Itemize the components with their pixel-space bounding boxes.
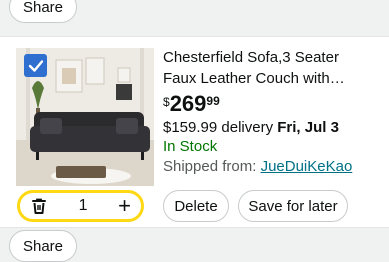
share-label: Share	[22, 237, 64, 255]
save-for-later-label: Save for later	[248, 197, 338, 215]
seller-link[interactable]: JueDuiKeKao	[261, 158, 353, 175]
share-button-top[interactable]: Share	[9, 0, 77, 23]
trash-icon[interactable]	[30, 197, 48, 215]
shipped-from-label: Shipped from:	[163, 158, 261, 175]
delivery-cost: $159.99 delivery	[163, 119, 278, 136]
delete-button[interactable]: Delete	[163, 190, 229, 222]
delivery-date: Fri, Jul 3	[277, 119, 339, 136]
product-price: $ 269 99	[163, 92, 220, 116]
quantity-value: 1	[78, 197, 88, 214]
shipped-from: Shipped from: JueDuiKeKao	[163, 158, 352, 175]
product-title[interactable]: Chesterfield Sofa,3 Seater Faux Leather …	[163, 47, 375, 89]
plus-icon[interactable]: +	[118, 195, 131, 217]
share-label: Share	[22, 0, 64, 16]
quantity-stepper[interactable]: 1 +	[17, 190, 144, 222]
price-symbol: $	[163, 95, 170, 109]
price-fraction: 99	[206, 94, 220, 108]
share-button-bottom[interactable]: Share	[9, 230, 77, 262]
checkmark-icon	[28, 59, 43, 72]
stock-status: In Stock	[163, 138, 218, 155]
delete-label: Delete	[174, 197, 218, 215]
save-for-later-button[interactable]: Save for later	[238, 190, 348, 222]
price-whole: 269	[169, 91, 207, 116]
delivery-info: $159.99 delivery Fri, Jul 3	[163, 119, 339, 136]
item-select-checkbox[interactable]	[24, 54, 47, 77]
